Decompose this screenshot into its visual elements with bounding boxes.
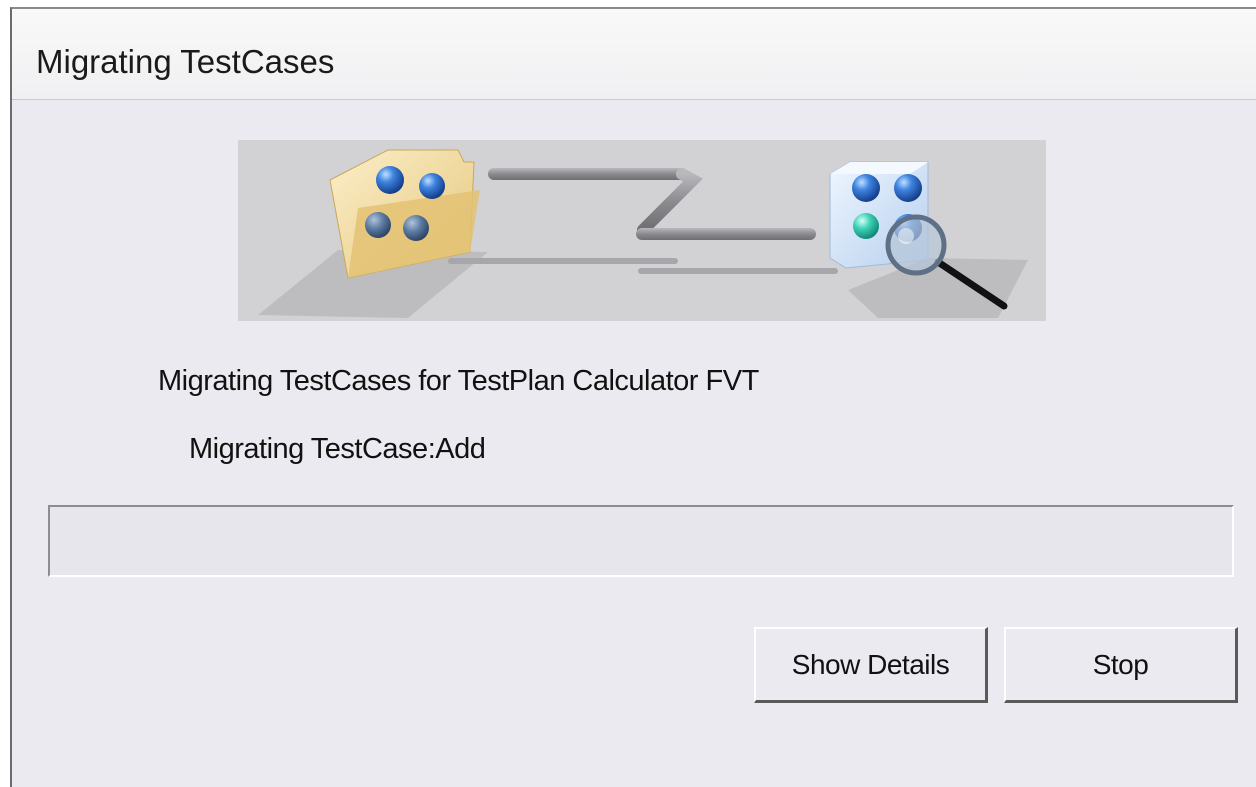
- title-bar[interactable]: Migrating TestCases: [12, 9, 1256, 100]
- stop-button[interactable]: Stop: [1004, 627, 1238, 703]
- migration-banner: [238, 140, 1046, 321]
- migration-progress-bar: [48, 505, 1234, 577]
- testplan-status-label: Migrating TestCases for TestPlan Calcula…: [158, 365, 759, 397]
- testcase-status-label: Migrating TestCase:Add: [189, 433, 486, 465]
- window-title: Migrating TestCases: [36, 43, 335, 80]
- connector-pipe: [448, 168, 838, 274]
- migration-dialog: Migrating TestCases Migrating TestCases …: [10, 7, 1256, 787]
- show-details-button[interactable]: Show Details: [754, 627, 988, 703]
